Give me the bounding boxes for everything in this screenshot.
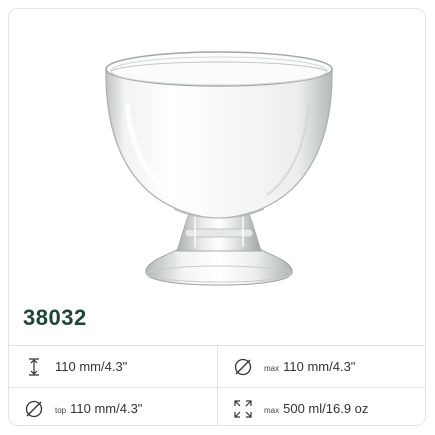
glass-bowl-illustration xyxy=(105,51,333,286)
product-code: 38032 xyxy=(23,305,87,330)
spec-max-diameter-label: max xyxy=(264,364,280,373)
spec-top-diameter-label: top xyxy=(55,406,67,415)
specs-row: 110 mm/4.3" max 110 mm/4.3" xyxy=(9,346,425,387)
spec-top-diameter-value: 110 mm/4.3" xyxy=(70,401,143,416)
spec-top-diameter: top 110 mm/4.3" xyxy=(9,388,217,425)
spec-height-value: 110 mm/4.3" xyxy=(55,359,128,374)
spec-max-diameter-value: 110 mm/4.3" xyxy=(283,359,356,374)
diameter-icon xyxy=(232,356,254,378)
diameter-icon xyxy=(23,398,45,420)
spec-capacity-value: 500 ml/16.9 oz xyxy=(283,401,369,416)
spec-height: 110 mm/4.3" xyxy=(9,346,217,387)
spec-capacity: max 500 ml/16.9 oz xyxy=(217,388,425,425)
product-card: 38032 110 mm/4.3" max 110 mm/4.3" top 11… xyxy=(8,8,426,426)
product-image xyxy=(9,9,425,294)
specs-row: top 110 mm/4.3" max 500 ml/16.9 oz xyxy=(9,387,425,425)
capacity-icon xyxy=(232,398,254,420)
height-icon xyxy=(23,356,45,378)
spec-max-diameter: max 110 mm/4.3" xyxy=(217,346,425,387)
specs-table: 110 mm/4.3" max 110 mm/4.3" top 110 mm/4… xyxy=(9,345,425,425)
spec-capacity-label: max xyxy=(264,406,280,415)
